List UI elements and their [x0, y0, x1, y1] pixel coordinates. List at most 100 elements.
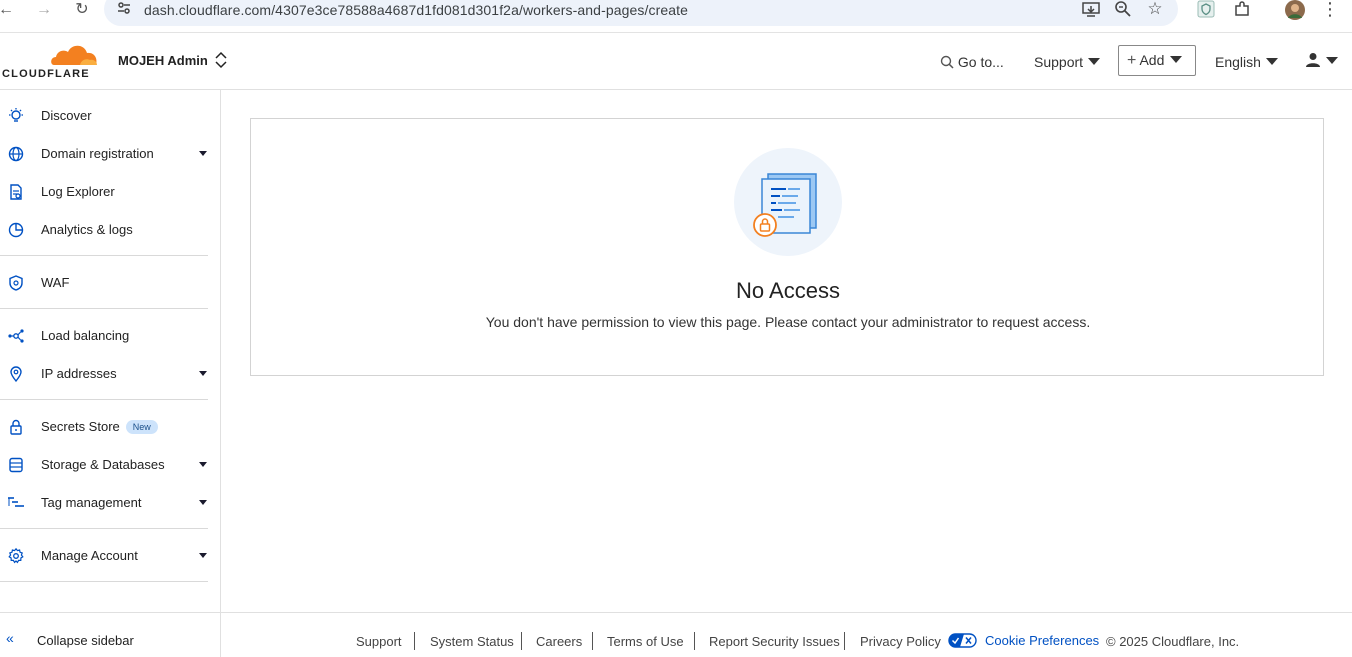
chevron-down-icon — [199, 553, 207, 558]
cloudflare-logo[interactable]: CLOUDFLARE — [2, 41, 100, 81]
page-description: You don't have permission to view this p… — [485, 314, 1091, 330]
footer-separator — [414, 632, 415, 650]
install-app-icon[interactable] — [1081, 0, 1101, 20]
cookie-preferences-link[interactable]: Cookie Preferences — [985, 633, 1099, 648]
sidebar-item-label: Tag management — [41, 495, 142, 510]
extension-shield-icon[interactable] — [1196, 0, 1216, 20]
forward-icon[interactable]: → — [32, 0, 56, 20]
chevron-down-icon — [1170, 56, 1183, 63]
zoom-icon[interactable] — [1113, 0, 1133, 20]
sidebar-item-tag-management[interactable]: Tag management — [0, 486, 208, 520]
cloudflare-cloud-icon — [51, 45, 97, 65]
sidebar-item-domain-registration[interactable]: Domain registration — [0, 137, 208, 171]
user-menu[interactable] — [1305, 52, 1338, 70]
no-access-card: No Access You don't have permission to v… — [250, 118, 1324, 376]
footer-link-careers[interactable]: Careers — [536, 634, 582, 649]
sidebar-item-log-explorer[interactable]: Log Explorer — [0, 175, 208, 209]
footer-separator — [592, 632, 593, 650]
chevron-down-icon — [1088, 58, 1101, 65]
logo-wordmark: CLOUDFLARE — [2, 68, 90, 80]
reload-icon[interactable]: ↻ — [70, 0, 94, 20]
chevron-down-icon — [199, 371, 207, 376]
sidebar-item-label: Secrets Store New — [41, 419, 158, 434]
app-header: CLOUDFLARE MOJEH Admin Go to... Support … — [0, 33, 1352, 90]
new-badge: New — [125, 420, 158, 434]
search-icon — [940, 55, 954, 69]
sidebar-item-label: Load balancing — [41, 328, 130, 343]
user-icon — [1306, 53, 1320, 67]
footer-separator — [521, 632, 522, 650]
sidebar-item-label: Log Explorer — [41, 184, 115, 199]
gear-icon — [8, 547, 24, 564]
account-name[interactable]: MOJEH Admin — [118, 53, 208, 68]
sidebar-item-label: Manage Account — [41, 548, 138, 563]
tag-management-icon — [8, 497, 24, 507]
footer: Support System Status Careers Terms of U… — [221, 612, 1352, 657]
language-label: English — [1215, 54, 1261, 70]
sidebar-item-text: Secrets Store — [41, 419, 120, 434]
support-label: Support — [1034, 54, 1084, 70]
analytics-icon — [8, 222, 24, 238]
double-chevron-left-icon: « — [6, 630, 14, 646]
footer-separator — [844, 632, 845, 650]
load-balancing-icon — [8, 329, 24, 343]
browser-toolbar: ← → ↻ dash.cloudflare.com/4307e3ce78588a… — [0, 0, 1352, 33]
chevron-down-icon — [199, 151, 207, 156]
browser-menu-icon[interactable]: ⋮ — [1320, 0, 1340, 20]
sidebar-item-manage-account[interactable]: Manage Account — [0, 539, 208, 573]
sidebar-item-label: Discover — [41, 108, 92, 123]
plus-icon: + — [1127, 52, 1137, 69]
sidebar-divider — [0, 255, 208, 256]
profile-avatar-icon[interactable] — [1285, 0, 1305, 20]
sidebar-item-label: IP addresses — [41, 366, 117, 381]
globe-icon — [8, 146, 24, 162]
goto-button[interactable]: Go to... — [940, 53, 1004, 71]
locked-document-illustration — [734, 148, 842, 256]
footer-link-system-status[interactable]: System Status — [430, 634, 514, 649]
sidebar-item-storage-databases[interactable]: Storage & Databases — [0, 448, 208, 482]
footer-separator — [694, 632, 695, 650]
url-text[interactable]: dash.cloudflare.com/4307e3ce78588a4687d1… — [144, 2, 688, 18]
site-settings-icon[interactable] — [114, 0, 134, 20]
database-icon — [9, 457, 23, 473]
chevron-down-icon — [199, 462, 207, 467]
language-dropdown[interactable]: English — [1215, 53, 1278, 71]
sidebar: Discover Domain registration Log Explore… — [0, 90, 221, 657]
add-label: Add — [1139, 52, 1165, 68]
sidebar-divider — [0, 581, 208, 582]
chevron-down-icon — [1265, 58, 1278, 65]
sidebar-item-waf[interactable]: WAF — [0, 266, 208, 300]
sidebar-item-label: Domain registration — [41, 146, 154, 161]
shield-icon — [9, 275, 23, 291]
support-dropdown[interactable]: Support — [1034, 53, 1101, 71]
chevron-down-icon — [1326, 57, 1338, 64]
privacy-choices-icon[interactable] — [948, 633, 977, 648]
footer-link-terms[interactable]: Terms of Use — [607, 634, 684, 649]
bookmark-star-icon[interactable]: ☆ — [1145, 0, 1165, 20]
sidebar-divider — [0, 528, 208, 529]
footer-link-privacy[interactable]: Privacy Policy — [860, 634, 941, 649]
location-pin-icon — [10, 366, 22, 383]
chevron-down-icon — [199, 500, 207, 505]
collapse-sidebar-button[interactable]: « Collapse sidebar — [0, 612, 220, 657]
lightbulb-icon — [9, 108, 23, 122]
goto-label: Go to... — [957, 54, 1004, 70]
sidebar-item-analytics-logs[interactable]: Analytics & logs — [0, 213, 208, 247]
copyright-text: © 2025 Cloudflare, Inc. — [1106, 634, 1240, 649]
account-switcher-icon[interactable] — [213, 50, 229, 70]
extensions-puzzle-icon[interactable] — [1232, 0, 1252, 20]
sidebar-item-discover[interactable]: Discover — [0, 99, 208, 133]
add-button[interactable]: + Add — [1118, 45, 1196, 76]
sidebar-item-secrets-store[interactable]: Secrets Store New — [0, 410, 208, 444]
sidebar-item-label: Analytics & logs — [41, 222, 133, 237]
sidebar-item-label: Storage & Databases — [41, 457, 165, 472]
footer-link-report-security[interactable]: Report Security Issues — [709, 634, 840, 649]
log-explorer-icon — [10, 184, 22, 200]
lock-icon — [10, 419, 22, 435]
sidebar-item-load-balancing[interactable]: Load balancing — [0, 319, 208, 353]
sidebar-divider — [0, 399, 208, 400]
sidebar-item-ip-addresses[interactable]: IP addresses — [0, 357, 208, 391]
back-icon[interactable]: ← — [0, 0, 18, 20]
footer-link-support[interactable]: Support — [356, 634, 402, 649]
sidebar-divider — [0, 308, 208, 309]
